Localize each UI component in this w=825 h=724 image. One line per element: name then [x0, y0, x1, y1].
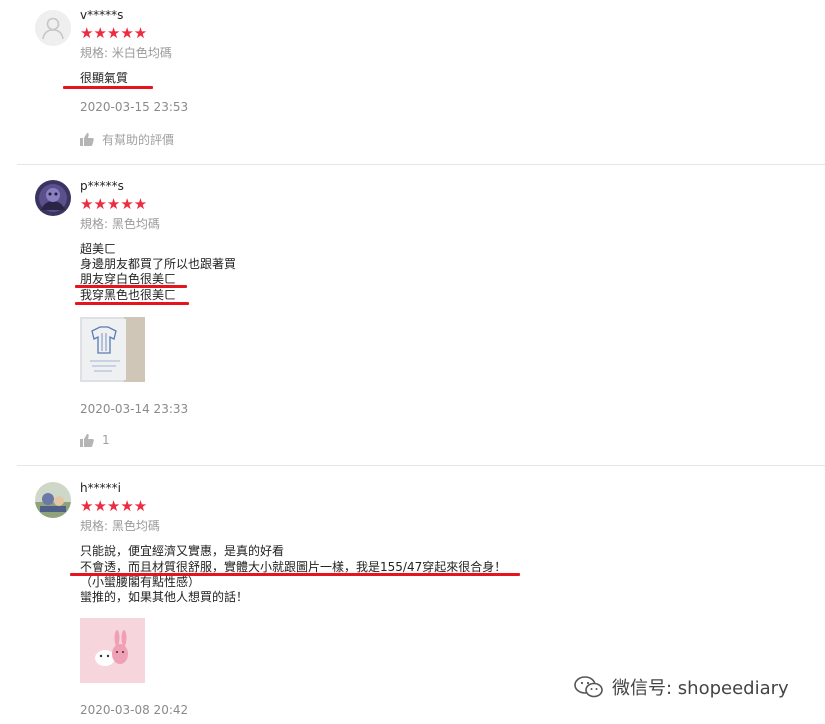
user-avatar[interactable] [35, 482, 71, 518]
review-date: 2020-03-15 23:53 [80, 100, 189, 114]
review-text-line: 身邊朋友都買了所以也跟著買 [80, 257, 237, 271]
wechat-watermark: 微信号: shopeediary [574, 674, 789, 700]
wechat-icon [574, 676, 603, 698]
user-avatar[interactable] [35, 180, 71, 216]
review-text-line: 很顯氣質 [80, 71, 129, 85]
review-variation: 規格: 黑色均碼 [80, 217, 160, 231]
helpful-count: 1 [102, 433, 110, 447]
review-photo-image [80, 618, 145, 683]
review-username: p*****s [80, 179, 124, 193]
review-text-line: （小蠻腰閣有點性感） [80, 575, 201, 589]
helpful-label: 有幫助的評價 [102, 133, 175, 147]
review-variation: 規格: 米白色均碼 [80, 46, 172, 60]
review-text-line: 只能說，便宜經濟又實惠，是真的好看 [80, 544, 285, 558]
review-divider [17, 465, 825, 466]
thumbs-up-icon [80, 433, 94, 447]
watermark-text: 微信号: shopeediary [612, 678, 789, 699]
review-username: h*****i [80, 481, 121, 495]
review-date: 2020-03-08 20:42 [80, 703, 189, 717]
user-avatar-image [35, 482, 71, 518]
rating-stars: ★★★★★ [80, 497, 148, 515]
review-variation: 規格: 黑色均碼 [80, 519, 160, 533]
rating-stars: ★★★★★ [80, 195, 148, 213]
review-text-line: 超美ㄈ [80, 242, 117, 256]
user-avatar-image [35, 180, 71, 216]
thumbs-up-icon [80, 133, 94, 146]
review-photo[interactable] [80, 317, 145, 382]
review-username: v*****s [80, 8, 124, 22]
red-underline-annotation [75, 302, 189, 305]
review-photo[interactable] [80, 618, 145, 683]
rating-stars: ★★★★★ [80, 24, 148, 42]
review-text-line: 蠻推的，如果其他人想買的話！ [80, 590, 249, 604]
helpful-button[interactable]: 1 [80, 433, 110, 447]
review-date: 2020-03-14 23:33 [80, 402, 189, 416]
helpful-button[interactable]: 有幫助的評價 [80, 131, 174, 148]
review-divider [17, 164, 825, 165]
user-avatar[interactable] [35, 10, 71, 46]
review-text-line: 我穿黑色也很美ㄈ [80, 288, 177, 302]
red-underline-annotation [63, 86, 153, 89]
review-photo-image [80, 317, 145, 382]
default-user-icon [35, 10, 71, 46]
